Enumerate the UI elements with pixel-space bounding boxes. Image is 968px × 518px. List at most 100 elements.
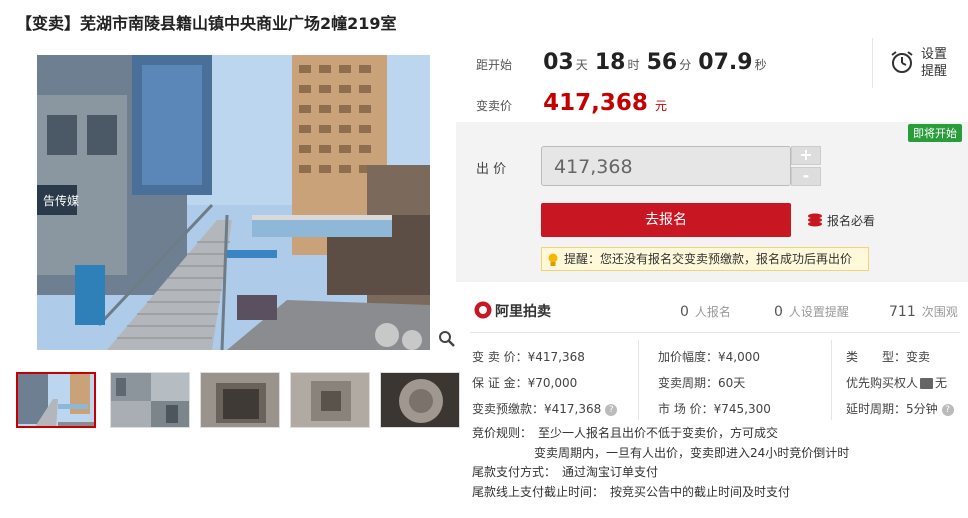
info-col-1: 变 卖 价：¥417,368 保 证 金：¥70,000 变卖预缴款：¥417,… [472, 344, 618, 422]
help-icon[interactable]: ? [605, 403, 618, 416]
page-title: 【变卖】芜湖市南陵县籍山镇中央商业广场2幢219室 [16, 14, 397, 33]
rule-line: 尾款支付方式： 通过淘宝订单支付 [472, 463, 849, 483]
info-value: ¥70,000 [527, 376, 578, 390]
price-label: 变卖价 [476, 99, 513, 113]
auction-panel: 距开始 03 天 18 时 56 分 07.9 秒 设置提醒 变卖价 417,368 元… [456, 38, 968, 518]
divider [831, 340, 832, 420]
info-label: 延时周期： [846, 402, 907, 416]
rule-text: 按竞买公告中的截止时间及时支付 [610, 484, 791, 499]
price-value: 417,368 [543, 90, 648, 116]
ali-auction-logo-text: 阿里拍卖 [495, 304, 551, 320]
divider [638, 340, 639, 420]
thumbnail-1[interactable] [16, 372, 96, 428]
bid-area: 即将开始 出 价 417,368 + - 去报名 报名必看 提醒：您还没有报名交… [456, 122, 968, 282]
info-row: 市 场 价：¥745,300 [658, 396, 771, 422]
info-label: 变卖周期： [658, 376, 719, 390]
must-read-label: 报名必看 [827, 214, 876, 228]
rule-label: 尾款线上支付截止时间： [472, 484, 605, 499]
reminder-label: 人设置提醒 [788, 305, 849, 319]
hours-unit: 时 [627, 58, 640, 72]
stats-bar: 阿里拍卖 0 人报名 0 人设置提醒 711 次围观 [470, 293, 960, 333]
info-value: 变卖 [906, 350, 931, 364]
info-col-3: 类 型：变卖 优先购买权人 无 延时周期：5分钟? [846, 344, 954, 422]
rule-line: 尾款线上支付截止时间： 按竞买公告中的截止时间及时支付 [472, 483, 849, 503]
main-property-photo[interactable]: 告传媒 [37, 55, 430, 350]
price-unit: 元 [654, 99, 667, 113]
info-row: 变卖周期：60天 [658, 370, 771, 396]
info-label: 类 型： [846, 350, 907, 364]
set-reminder-button[interactable]: 设置提醒 [872, 38, 968, 88]
info-row: 延时周期：5分钟? [846, 396, 954, 422]
id-card-icon [920, 378, 934, 389]
info-label: 变卖预缴款： [472, 402, 545, 416]
views-stat: 711 次围观 [889, 303, 958, 320]
help-icon[interactable]: ? [941, 403, 954, 416]
signup-button[interactable]: 去报名 [541, 203, 791, 237]
thumbnail-5[interactable] [380, 372, 460, 428]
info-label: 市 场 价： [658, 402, 714, 416]
ali-auction-logo: 阿里拍卖 [474, 301, 551, 323]
magnifier-icon[interactable] [438, 330, 456, 348]
bid-label: 出 价 [476, 162, 507, 177]
rule-text: 通过淘宝订单支付 [562, 465, 659, 479]
coins-icon [807, 213, 823, 230]
countdown-minutes: 56 [646, 50, 678, 75]
status-badge: 即将开始 [908, 124, 962, 142]
info-col-2: 加价幅度：¥4,000 变卖周期：60天 市 场 价：¥745,300 [658, 344, 771, 422]
rule-text: 至少一人报名且出价不低于变卖价，方可成交 [538, 426, 779, 440]
views-label: 次围观 [921, 305, 958, 319]
info-row: 优先购买权人 无 [846, 370, 954, 396]
info-value: ¥745,300 [713, 402, 771, 416]
set-reminder-label: 设置提醒 [921, 47, 948, 79]
minutes-unit: 分 [679, 58, 692, 72]
info-row: 类 型：变卖 [846, 344, 954, 370]
thumbnail-strip [16, 372, 460, 428]
countdown: 距开始 03 天 18 时 56 分 07.9 秒 [476, 50, 876, 80]
rule-line: 变卖周期内，一旦有人出价，变卖即进入24小时竞价倒计时 [472, 444, 849, 464]
info-row: 加价幅度：¥4,000 [658, 344, 771, 370]
tip-text: 提醒：您还没有报名交变卖预缴款，报名成功后再出价 [564, 252, 853, 266]
alarm-clock-icon [889, 49, 915, 79]
must-read-link[interactable]: 报名必看 [807, 212, 875, 230]
registered-label: 人报名 [694, 305, 731, 319]
info-row: 保 证 金：¥70,000 [472, 370, 617, 396]
info-value: 5分钟 [906, 402, 938, 416]
info-value: ¥417,368 [527, 350, 585, 364]
reminder-stat: 0 人设置提醒 [774, 303, 849, 320]
info-label: 加价幅度： [658, 350, 719, 364]
info-value: ¥4,000 [718, 350, 761, 364]
rule-label: 尾款支付方式： [472, 465, 557, 479]
increment-button[interactable]: + [791, 146, 821, 165]
info-label: 优先购买权人 [846, 376, 919, 390]
info-value: 60天 [718, 376, 746, 390]
countdown-days: 03 [543, 50, 574, 75]
countdown-hours: 18 [594, 50, 626, 75]
info-value: 无 [935, 376, 948, 390]
thumbnail-3[interactable] [200, 372, 280, 428]
reminder-tip: 提醒：您还没有报名交变卖预缴款，报名成功后再出价 [541, 247, 869, 271]
ali-auction-logo-icon [474, 301, 492, 323]
decrement-button[interactable]: - [791, 167, 821, 186]
price-row: 变卖价 417,368 元 [476, 90, 669, 116]
rule-text: 变卖周期内，一旦有人出价，变卖即进入24小时竞价倒计时 [534, 445, 850, 460]
registered-count: 0 [680, 304, 689, 320]
info-row: 变卖预缴款：¥417,368? [472, 396, 618, 422]
info-label: 变 卖 价： [472, 350, 528, 364]
reminder-count: 0 [774, 304, 783, 320]
auction-rules: 竞价规则： 至少一人报名且出价不低于变卖价，方可成交 变卖周期内，一旦有人出价，变… [472, 424, 849, 502]
info-value: ¥417,368 [544, 402, 602, 416]
views-count: 711 [889, 304, 916, 320]
rule-line: 竞价规则： 至少一人报名且出价不低于变卖价，方可成交 [472, 424, 849, 444]
thumbnail-4[interactable] [290, 372, 370, 428]
svg-text:告传媒: 告传媒 [43, 193, 79, 208]
seconds-unit: 秒 [754, 58, 767, 72]
registered-stat: 0 人报名 [680, 303, 731, 320]
lightbulb-icon [547, 252, 559, 274]
days-unit: 天 [575, 58, 588, 72]
countdown-seconds: 07.9 [698, 50, 753, 75]
info-label: 保 证 金： [472, 376, 528, 390]
rule-label: 竞价规则： [472, 426, 533, 440]
thumbnail-2[interactable] [110, 372, 190, 428]
countdown-label: 距开始 [476, 58, 513, 72]
bid-input[interactable]: 417,368 [541, 146, 791, 186]
